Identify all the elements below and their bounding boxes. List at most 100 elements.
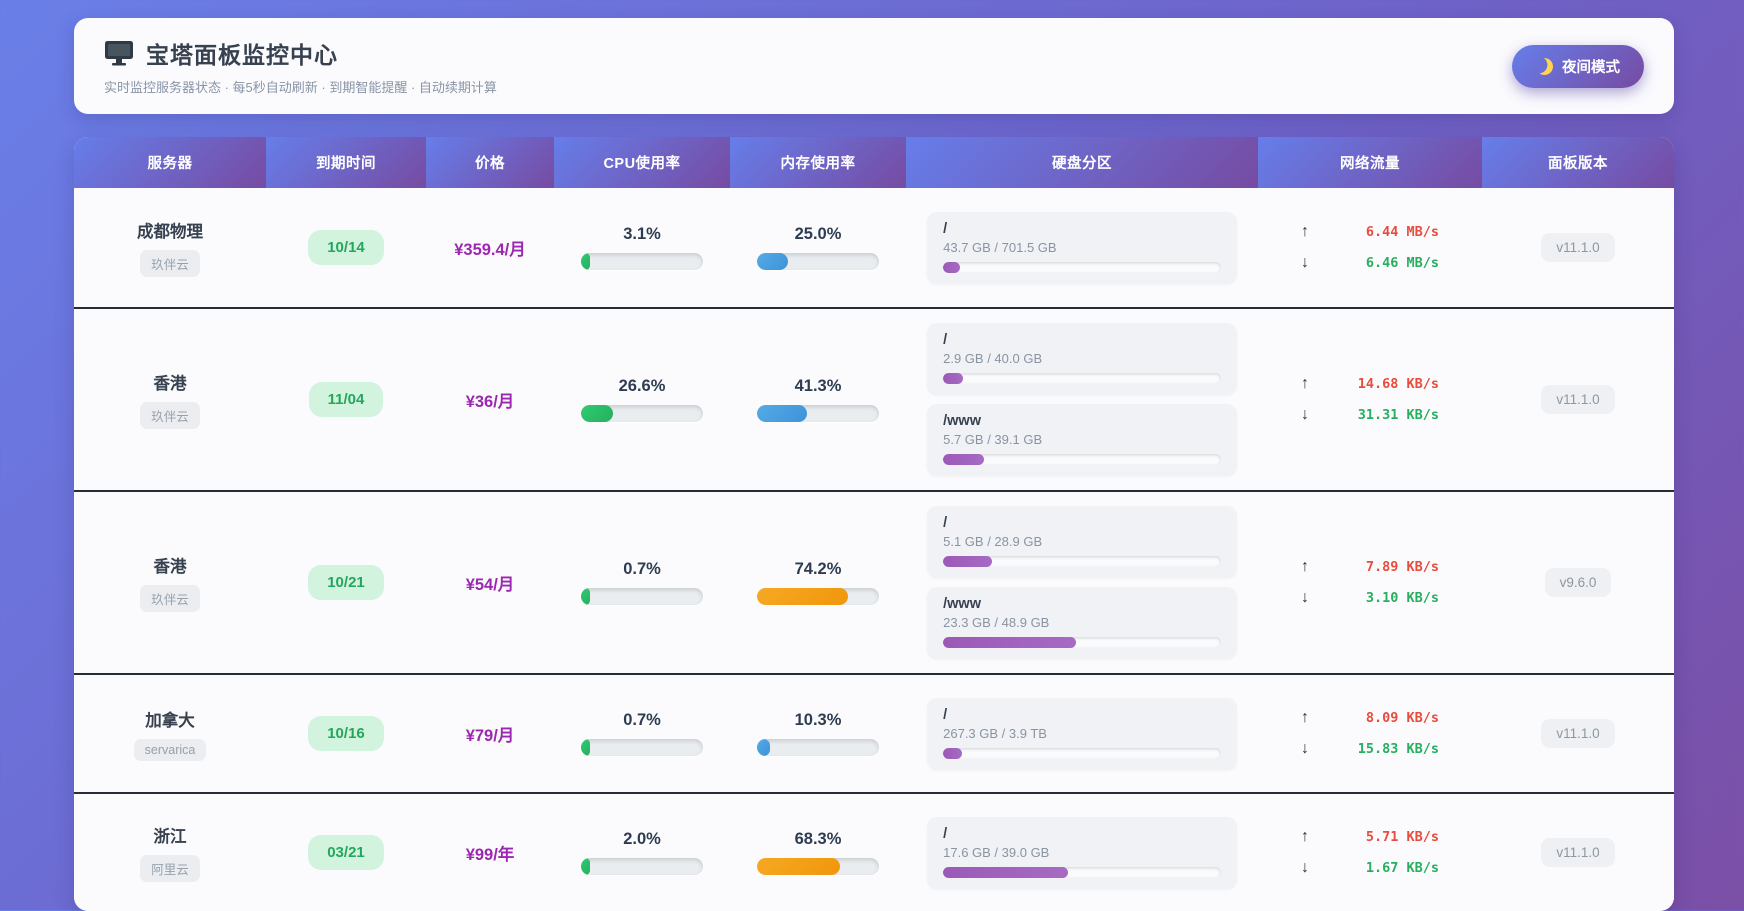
- column-header-disk: 硬盘分区: [906, 137, 1258, 188]
- disk-progress-fill: [943, 747, 962, 759]
- memory-cell: 41.3%: [730, 377, 906, 422]
- upload-speed: 14.68 KB/s: [1357, 376, 1439, 392]
- provider-badge: 玖伴云: [140, 585, 200, 612]
- server-name: 香港: [153, 558, 187, 576]
- cpu-cell: 26.6%: [554, 377, 730, 422]
- table-header-row: 服务器 到期时间 价格 CPU使用率 内存使用率 硬盘分区 网络流量 面板版本: [74, 137, 1674, 188]
- memory-progress-bar: [757, 858, 879, 875]
- table-row: 香港 玖伴云 10/21 ¥54/月 0.7% 74.2% / 5.1 GB /…: [74, 490, 1674, 673]
- table-row: 加拿大 servarica 10/16 ¥79/月 0.7% 10.3% / 2…: [74, 673, 1674, 792]
- panel-version-badge: v11.1.0: [1541, 719, 1615, 748]
- price-text: ¥359.4/月: [454, 240, 526, 259]
- monitor-icon: [105, 41, 133, 66]
- provider-badge: 玖伴云: [140, 402, 200, 429]
- disk-mount: /: [943, 220, 948, 237]
- column-header-price: 价格: [426, 137, 554, 188]
- upload-arrow-icon: ↑: [1301, 375, 1309, 392]
- network-cell: ↑ 14.68 KB/s ↓ 31.31 KB/s: [1301, 375, 1439, 424]
- expiry-badge: 10/16: [308, 716, 384, 751]
- table-row: 成都物理 玖伴云 10/14 ¥359.4/月 3.1% 25.0% / 43.…: [74, 188, 1674, 307]
- memory-value: 25.0%: [794, 225, 842, 243]
- disk-progress-bar: [943, 866, 1221, 878]
- cpu-cell: 0.7%: [554, 711, 730, 756]
- cpu-progress-bar: [581, 739, 703, 756]
- disk-progress-bar: [943, 373, 1221, 384]
- column-header-network: 网络流量: [1258, 137, 1482, 188]
- disk-usage: 267.3 GB / 3.9 TB: [943, 725, 1047, 741]
- provider-badge: 玖伴云: [140, 250, 200, 277]
- memory-progress-fill: [757, 739, 770, 756]
- disk-usage: 43.7 GB / 701.5 GB: [943, 239, 1057, 255]
- upload-arrow-icon: ↑: [1301, 828, 1309, 845]
- network-cell: ↑ 6.44 MB/s ↓ 6.46 MB/s: [1301, 223, 1439, 272]
- table-row: 香港 玖伴云 11/04 ¥36/月 26.6% 41.3% / 2.9 GB …: [74, 307, 1674, 490]
- disk-progress-fill: [943, 556, 992, 567]
- expiry-badge: 03/21: [308, 835, 384, 870]
- download-arrow-icon: ↓: [1301, 740, 1309, 757]
- price-text: ¥99/年: [465, 845, 515, 864]
- server-cell: 香港 玖伴云: [74, 553, 266, 612]
- memory-value: 41.3%: [794, 377, 842, 395]
- download-speed: 3.10 KB/s: [1365, 590, 1439, 606]
- night-mode-label: 夜间模式: [1562, 59, 1620, 76]
- upload-speed: 6.44 MB/s: [1365, 224, 1439, 240]
- moon-icon: [1534, 56, 1555, 77]
- expiry-badge: 10/21: [308, 565, 384, 600]
- disk-cell: / 43.7 GB / 701.5 GB: [906, 211, 1258, 284]
- cpu-progress-fill: [581, 405, 614, 422]
- disk-progress-fill: [943, 866, 1069, 878]
- panel-version-badge: v11.1.0: [1541, 385, 1615, 414]
- price-text: ¥36/月: [465, 392, 515, 411]
- disk-progress-bar: [943, 637, 1221, 648]
- cpu-progress-fill: [581, 253, 590, 270]
- cpu-cell: 3.1%: [554, 225, 730, 270]
- provider-badge: 阿里云: [140, 855, 200, 882]
- provider-badge: servarica: [133, 738, 207, 761]
- disk-progress-bar: [943, 454, 1221, 465]
- disk-partition: / 5.1 GB / 28.9 GB: [927, 506, 1237, 578]
- download-speed: 1.67 KB/s: [1365, 860, 1439, 876]
- memory-value: 74.2%: [794, 560, 842, 578]
- disk-progress-bar: [943, 261, 1221, 273]
- memory-progress-bar: [757, 253, 879, 270]
- disk-progress-bar: [943, 747, 1221, 759]
- disk-usage: 23.3 GB / 48.9 GB: [943, 615, 1050, 630]
- expiry-badge: 11/04: [308, 382, 384, 417]
- upload-arrow-icon: ↑: [1301, 558, 1309, 575]
- server-name: 香港: [153, 375, 187, 393]
- disk-progress-fill: [943, 637, 1076, 648]
- memory-cell: 74.2%: [730, 560, 906, 605]
- server-name: 加拿大: [145, 711, 195, 730]
- disk-mount: /: [943, 825, 948, 842]
- download-speed: 6.46 MB/s: [1365, 255, 1439, 271]
- price-text: ¥54/月: [465, 575, 515, 594]
- memory-progress-bar: [757, 588, 879, 605]
- disk-mount: /: [943, 706, 948, 723]
- cpu-progress-fill: [581, 858, 590, 875]
- memory-cell: 68.3%: [730, 830, 906, 875]
- disk-mount: /www: [943, 596, 981, 612]
- cpu-value: 0.7%: [623, 711, 661, 729]
- cpu-cell: 0.7%: [554, 560, 730, 605]
- page-title: 宝塔面板监控中心: [146, 42, 338, 68]
- night-mode-button[interactable]: 夜间模式: [1512, 44, 1644, 88]
- server-name: 成都物理: [137, 223, 203, 241]
- column-header-cpu: CPU使用率: [554, 137, 730, 188]
- upload-speed: 7.89 KB/s: [1365, 559, 1439, 575]
- memory-progress-fill: [757, 405, 808, 422]
- cpu-progress-bar: [581, 858, 703, 875]
- upload-speed: 5.71 KB/s: [1365, 829, 1439, 845]
- disk-usage: 17.6 GB / 39.0 GB: [943, 844, 1050, 860]
- memory-progress-fill: [757, 588, 848, 605]
- disk-cell: / 2.9 GB / 40.0 GB /www 5.7 GB / 39.1 GB: [906, 323, 1258, 476]
- disk-usage: 5.1 GB / 28.9 GB: [943, 534, 1043, 549]
- memory-progress-fill: [757, 858, 841, 875]
- price-text: ¥79/月: [465, 726, 515, 745]
- network-cell: ↑ 5.71 KB/s ↓ 1.67 KB/s: [1301, 828, 1439, 877]
- memory-value: 68.3%: [794, 830, 842, 848]
- server-cell: 加拿大 servarica: [74, 707, 266, 761]
- cpu-progress-bar: [581, 253, 703, 270]
- server-table: 服务器 到期时间 价格 CPU使用率 内存使用率 硬盘分区 网络流量 面板版本 …: [74, 137, 1674, 911]
- disk-mount: /www: [943, 413, 981, 429]
- memory-value: 10.3%: [794, 711, 842, 729]
